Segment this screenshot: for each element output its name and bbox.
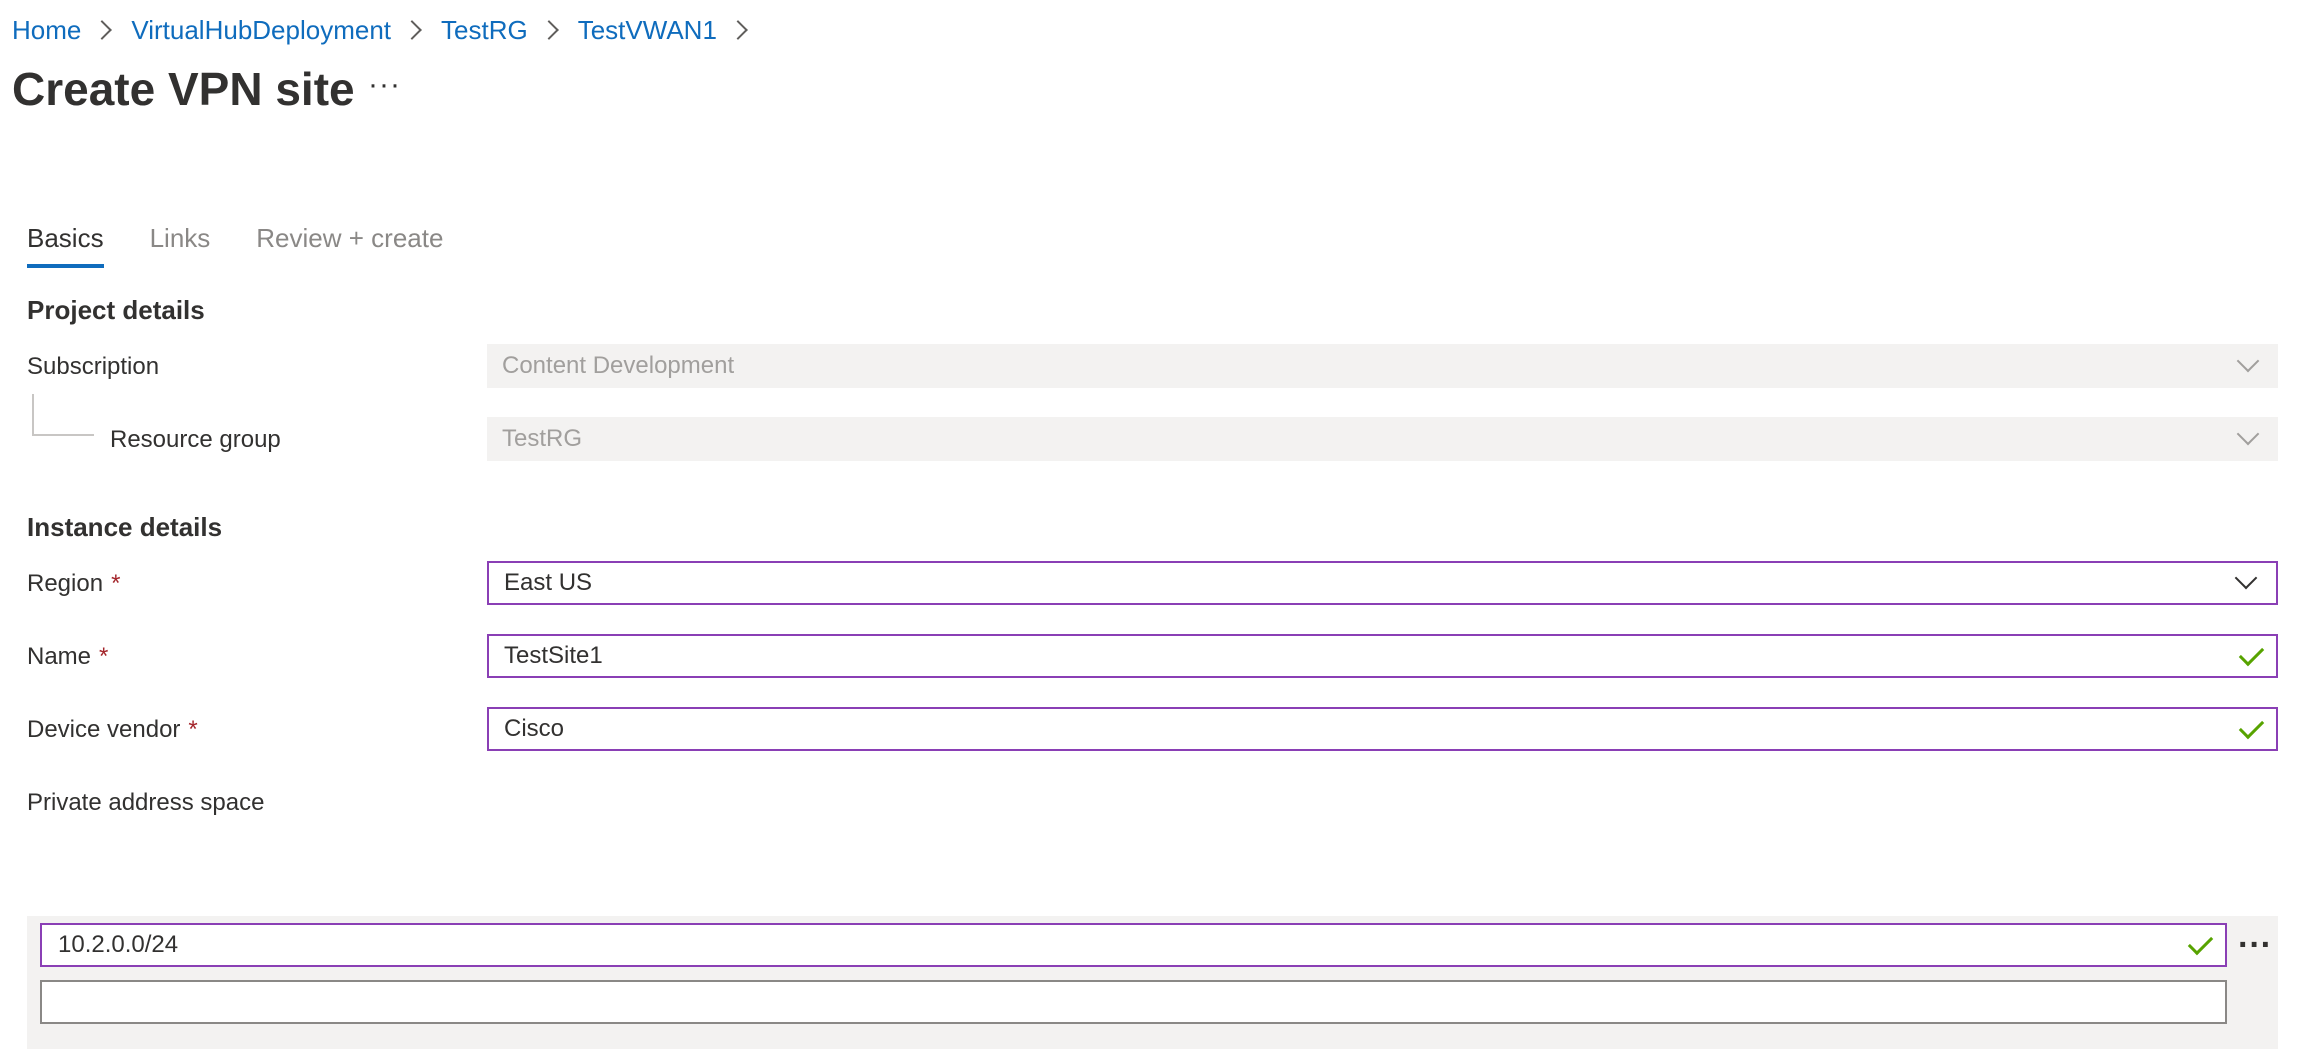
device-vendor-value: Cisco xyxy=(504,715,565,742)
address-space-new-input[interactable] xyxy=(40,980,2227,1024)
name-label: Name * xyxy=(27,639,108,675)
region-label-text: Region xyxy=(27,570,104,597)
tree-connector xyxy=(32,394,94,436)
tab-bar: Basics Links Review + create xyxy=(27,218,489,268)
device-vendor-label-text: Device vendor xyxy=(27,716,181,743)
chevron-right-icon xyxy=(728,20,748,40)
name-label-text: Name xyxy=(27,643,92,670)
required-marker: * xyxy=(99,643,109,670)
breadcrumb-home-link[interactable]: Home xyxy=(12,12,81,48)
subscription-label: Subscription xyxy=(27,353,160,380)
tab-review-create[interactable]: Review + create xyxy=(256,218,443,268)
breadcrumb: Home VirtualHubDeployment TestRG TestVWA… xyxy=(12,12,767,48)
chevron-right-icon xyxy=(538,20,559,40)
address-space-value: 10.2.0.0/24 xyxy=(58,931,179,958)
project-details-heading: Project details xyxy=(27,295,205,325)
region-label: Region * xyxy=(27,566,120,602)
breadcrumb-testvwan1-link[interactable]: TestVWAN1 xyxy=(578,12,717,48)
row-more-button[interactable]: ··· xyxy=(2237,925,2273,965)
chevron-down-icon xyxy=(2236,349,2260,373)
subscription-dropdown: Content Development xyxy=(487,344,2278,388)
region-value: East US xyxy=(504,569,593,596)
resource-group-dropdown: TestRG xyxy=(487,417,2278,461)
chevron-right-icon xyxy=(402,20,422,40)
instance-details-heading: Instance details xyxy=(27,512,223,542)
breadcrumb-virtualhubdeployment-link[interactable]: VirtualHubDeployment xyxy=(131,12,391,48)
required-marker: * xyxy=(188,716,198,743)
tab-links[interactable]: Links xyxy=(150,218,211,268)
chevron-down-icon xyxy=(2234,566,2258,590)
chevron-right-icon xyxy=(92,20,113,40)
device-vendor-input[interactable]: Cisco xyxy=(487,707,2278,751)
breadcrumb-testrg-link[interactable]: TestRG xyxy=(441,12,528,48)
resource-group-value: TestRG xyxy=(502,425,583,452)
region-dropdown[interactable]: East US xyxy=(487,561,2278,605)
tab-basics[interactable]: Basics xyxy=(27,218,104,268)
name-value: TestSite1 xyxy=(504,642,603,669)
subscription-value: Content Development xyxy=(502,352,735,379)
name-input[interactable]: TestSite1 xyxy=(487,634,2278,678)
resource-group-label: Resource group xyxy=(110,426,281,453)
chevron-down-icon xyxy=(2236,422,2260,446)
page-title: Create VPN site xyxy=(12,63,355,115)
required-marker: * xyxy=(111,570,121,597)
private-address-space-label: Private address space xyxy=(27,789,265,816)
address-space-input[interactable]: 10.2.0.0/24 xyxy=(40,923,2227,967)
device-vendor-label: Device vendor * xyxy=(27,712,198,748)
more-actions-button[interactable]: ··· xyxy=(368,70,401,100)
